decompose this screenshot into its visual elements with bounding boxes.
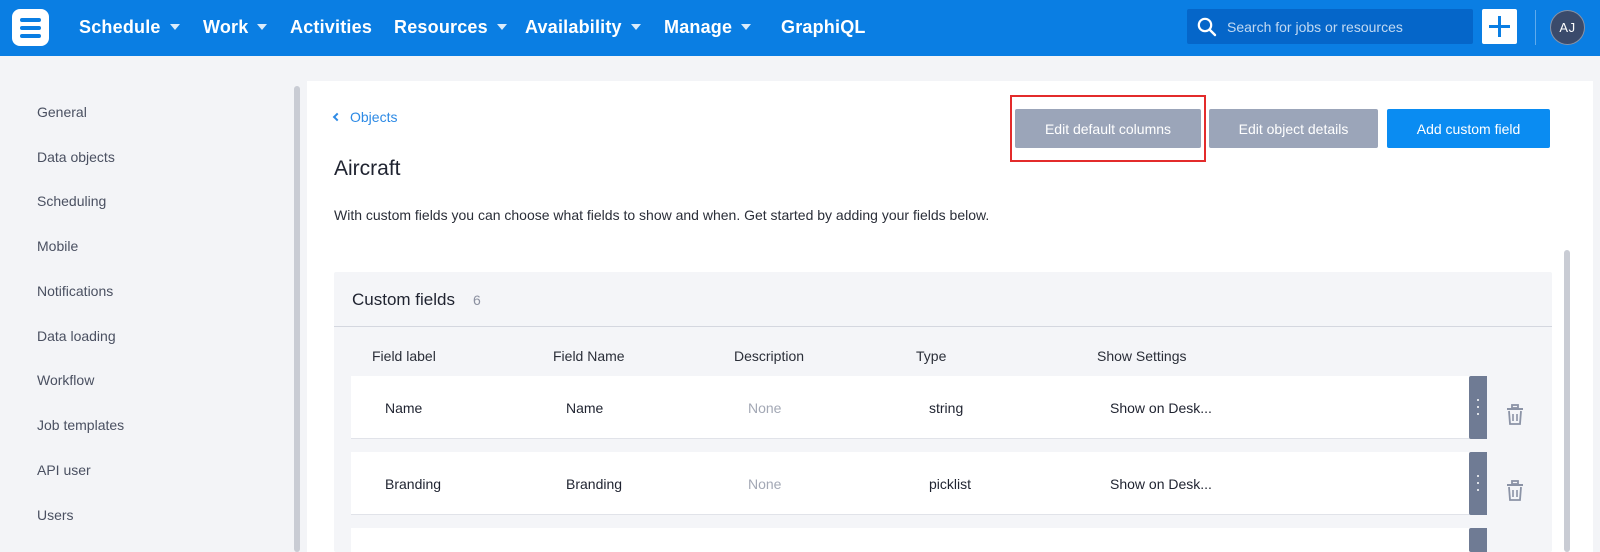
nav-availability[interactable]: Availability [525, 15, 641, 39]
chevron-down-icon [741, 24, 752, 30]
cell-show-settings: Show on Desk... [1110, 476, 1212, 492]
custom-fields-title: Custom fields [352, 290, 455, 309]
add-custom-field-button[interactable]: Add custom field [1387, 109, 1550, 148]
sidebar-item-mobile[interactable]: Mobile [37, 238, 78, 254]
trash-icon[interactable] [1505, 404, 1525, 426]
cell-description: None [748, 400, 782, 416]
back-to-objects-link[interactable]: Objects [332, 109, 398, 125]
cell-field-name: Branding [566, 476, 623, 492]
nav-work-label: Work [203, 16, 249, 37]
sidebar-item-notifications[interactable]: Notifications [37, 283, 113, 299]
sidebar-item-workflow[interactable]: Workflow [37, 372, 94, 388]
chevron-down-icon [496, 24, 507, 30]
top-nav-bar: Schedule Work Activities Resources Avail… [0, 0, 1600, 56]
table-row[interactable] [351, 376, 1487, 439]
sidebar-scrollbar[interactable] [294, 86, 300, 552]
cell-field-label: Name [385, 400, 423, 416]
sidebar-item-scheduling[interactable]: Scheduling [37, 193, 106, 209]
nav-graphiql-label: GraphiQL [781, 16, 866, 37]
table-row[interactable] [351, 528, 1487, 552]
page-description: With custom fields you can choose what f… [334, 207, 990, 223]
sidebar-item-job-templates[interactable]: Job templates [37, 417, 124, 433]
chevron-down-icon [630, 24, 641, 30]
nav-activities-label: Activities [290, 16, 373, 37]
nav-divider [1535, 10, 1536, 45]
nav-manage[interactable]: Manage [664, 15, 752, 39]
chevron-down-icon [257, 24, 268, 30]
column-header-type: Type [916, 348, 947, 364]
cell-type: string [929, 400, 964, 416]
edit-default-columns-button[interactable]: Edit default columns [1015, 109, 1201, 148]
custom-fields-count: 6 [473, 292, 481, 308]
row-menu-button[interactable] [1469, 452, 1487, 515]
chevron-left-icon [332, 112, 342, 122]
cell-type: picklist [929, 476, 972, 492]
column-header-field-label: Field label [372, 348, 436, 364]
column-header-show-settings: Show Settings [1097, 348, 1187, 364]
edit-object-details-button[interactable]: Edit object details [1209, 109, 1378, 148]
nav-schedule-label: Schedule [79, 16, 161, 37]
sidebar-item-data-objects[interactable]: Data objects [37, 149, 115, 165]
nav-activities[interactable]: Activities [290, 15, 372, 39]
row-menu-button[interactable] [1469, 528, 1487, 552]
column-header-field-name: Field Name [553, 348, 625, 364]
nav-availability-label: Availability [525, 16, 622, 37]
nav-work[interactable]: Work [203, 15, 268, 39]
nav-resources-label: Resources [394, 16, 488, 37]
search-icon [1197, 17, 1217, 37]
sidebar-item-general[interactable]: General [37, 104, 87, 120]
cell-field-name: Name [566, 400, 604, 416]
nav-manage-label: Manage [664, 16, 733, 37]
column-header-description: Description [734, 348, 805, 364]
back-link-label: Objects [350, 109, 398, 125]
cell-field-label: Branding [385, 476, 442, 492]
row-menu-button[interactable] [1469, 376, 1487, 439]
user-avatar[interactable]: AJ [1550, 10, 1585, 45]
nav-schedule[interactable]: Schedule [79, 15, 180, 39]
cell-show-settings: Show on Desk... [1110, 400, 1212, 416]
custom-fields-header [334, 272, 1552, 327]
search-input[interactable] [1227, 9, 1467, 44]
nav-resources[interactable]: Resources [394, 15, 507, 39]
cell-description: None [748, 476, 782, 492]
sidebar-item-users[interactable]: Users [37, 507, 74, 523]
table-row[interactable] [351, 452, 1487, 515]
page-title: Aircraft [334, 157, 401, 180]
app-logo-icon[interactable] [12, 9, 49, 46]
nav-graphiql[interactable]: GraphiQL [781, 15, 866, 39]
chevron-down-icon [169, 24, 180, 30]
sidebar-item-data-loading[interactable]: Data loading [37, 328, 116, 344]
sidebar-item-api-user[interactable]: API user [37, 462, 91, 478]
trash-icon[interactable] [1505, 480, 1525, 502]
main-scrollbar[interactable] [1564, 250, 1570, 552]
add-new-button[interactable] [1482, 9, 1517, 44]
global-search [1187, 9, 1473, 44]
